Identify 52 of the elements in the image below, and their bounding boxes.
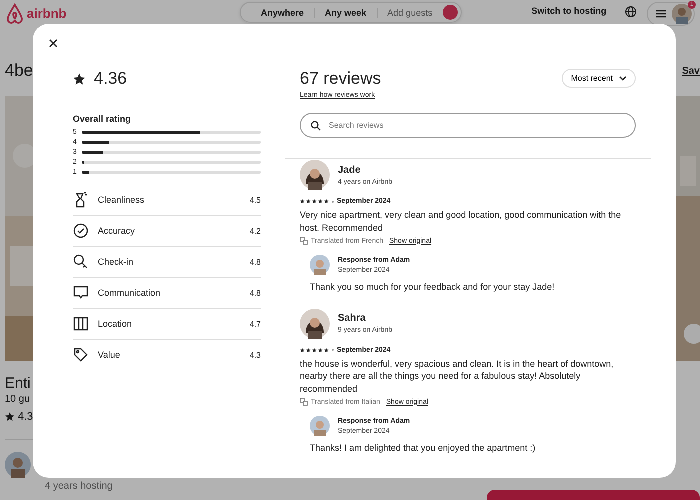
review-count: 67 reviews [300,68,382,90]
tag-icon [73,347,89,363]
category-score: 4.8 [250,258,261,266]
listing-rating: 4.3 [18,411,34,423]
category-name: Cleanliness [98,195,146,205]
search-segment[interactable]: Any week [315,8,378,18]
host-years: 4 years hosting [45,481,113,492]
search-field[interactable]: Search reviews [300,113,636,138]
check-circle-icon [73,223,89,239]
save-link[interactable]: Sav [682,66,700,76]
close-icon[interactable] [49,39,58,48]
category-score: 4.5 [250,196,261,204]
reviewer-name: Sahra [338,313,367,324]
category-score: 4.3 [250,350,261,360]
category-score: 4.8 [250,288,261,298]
search-button[interactable] [442,5,458,20]
average-rating: 4.36 [94,69,128,89]
menu-icon [656,10,666,18]
category-name: Location [98,319,134,329]
category-name: Communication [98,288,162,298]
review-text: the house is wonderful, very spacious and clean. It is in the heart of downtown, nearby there are all the things you need for a fabulous stay! Absolutely recommended [300,358,615,395]
search-segment[interactable]: Add guests [378,8,443,18]
search-bar[interactable]: Anywhere Any week Add guests [240,2,462,23]
listing-title: 4be [5,61,34,81]
response-text: Thanks! I am delighted that you enjoyed the apartment :) [310,442,537,454]
review-text: Very nice apartment, very clean and good location, good communication with the host. Recommended [300,209,622,234]
reviewer-name: Jade [338,164,362,176]
response-text: Thank you so much for your feedback and for your stay Jade! [310,281,556,294]
logo-icon [5,2,25,24]
search-icon [311,120,321,130]
logo-text: airbnb [27,6,67,20]
star-icon [73,72,86,86]
host-link[interactable]: Switch to hosting [532,6,607,16]
map-icon [73,316,89,332]
speech-bubble-icon [73,285,89,301]
translate-icon [300,398,308,406]
search-input[interactable]: Search reviews [327,120,625,131]
search-segment[interactable]: Anywhere [251,8,316,18]
overall-rating-label: Overall rating [73,114,132,124]
star-icon [5,412,15,422]
category-score: 4.2 [250,226,261,236]
key-icon [73,254,89,270]
category-score: 4.7 [250,320,261,328]
category-name: Accuracy [98,226,136,236]
globe-icon[interactable] [624,6,637,18]
guest-count: 10 gu [5,394,30,405]
translate-icon [300,237,308,245]
listing-name: Enti [5,375,31,392]
sort-dropdown[interactable]: Most recent [562,69,636,88]
category-name: Value [98,350,122,360]
chevron-down-icon [619,76,627,81]
category-name: Check-in [98,257,135,267]
